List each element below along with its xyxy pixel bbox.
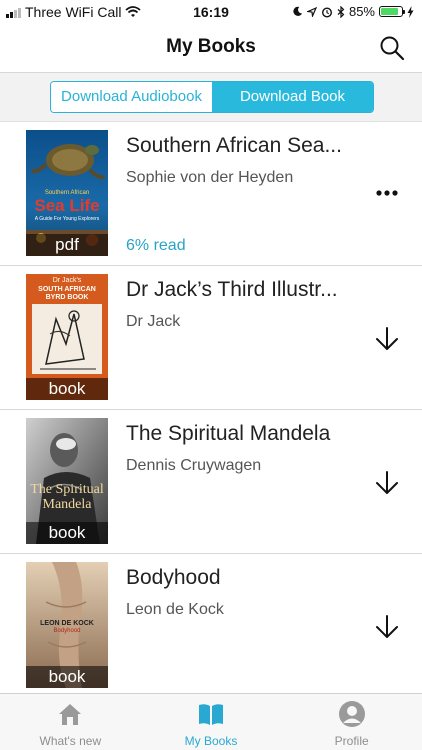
tab-whats-new[interactable]: What's new	[0, 694, 141, 750]
search-button[interactable]	[378, 34, 406, 62]
tab-label: My Books	[184, 734, 238, 748]
book-cover: LEON DE KOCK Bodyhood book	[26, 562, 108, 688]
home-icon	[59, 704, 82, 725]
tab-label: What's new	[39, 734, 102, 748]
book-cover: Dr Jack's SOUTH AFRICAN BYRD BOOK book	[26, 274, 108, 400]
alarm-icon	[321, 6, 332, 18]
cover-main-text: Sea Life	[34, 196, 100, 215]
download-icon	[376, 471, 398, 494]
battery-level	[381, 8, 398, 15]
cover-main-text: SOUTH AFRICAN BYRD BOOK	[38, 286, 96, 301]
cover-top-text: LEON DE KOCK	[40, 620, 94, 627]
format-label: book	[26, 522, 108, 544]
location-icon	[306, 6, 317, 17]
cover-top-text: Dr Jack's	[52, 277, 82, 284]
book-row[interactable]: Dr Jack's SOUTH AFRICAN BYRD BOOK book D…	[0, 266, 422, 410]
download-icon	[376, 615, 398, 638]
book-icon	[199, 704, 223, 725]
book-row[interactable]: Southern African Sea Life A Guide For Yo…	[0, 122, 422, 266]
cover-main-text: The Spiritual Mandela	[30, 482, 104, 512]
download-button[interactable]	[374, 326, 400, 352]
status-bar: Three WiFi Call 16:19 85%	[0, 0, 422, 24]
book-author: Sophie von der Heyden	[126, 169, 294, 186]
more-icon	[376, 190, 398, 196]
book-row[interactable]: The Spiritual Mandela book The Spiritual…	[0, 410, 422, 554]
book-title: Bodyhood	[126, 566, 221, 589]
format-label: book	[26, 666, 108, 688]
bluetooth-icon	[337, 5, 345, 18]
tab-my-books[interactable]: My Books	[141, 694, 282, 750]
moon-icon	[293, 6, 303, 16]
book-title: Southern African Sea...	[126, 134, 342, 157]
book-title: Dr Jack’s Third Illustr...	[126, 278, 338, 301]
cover-sub-text: A Guide For Young Explorers	[34, 216, 100, 222]
book-title: The Spiritual Mandela	[126, 422, 331, 445]
book-cover: The Spiritual Mandela book	[26, 418, 108, 544]
book-row[interactable]: LEON DE KOCK Bodyhood book Bodyhood Leon…	[0, 554, 422, 697]
tab-profile[interactable]: Profile	[281, 694, 422, 750]
format-label: pdf	[26, 234, 108, 256]
profile-icon	[338, 701, 365, 727]
download-audiobook-tab[interactable]: Download Audiobook	[51, 82, 212, 112]
page-title: My Books	[166, 36, 256, 57]
book-author: Leon de Kock	[126, 601, 224, 618]
download-icon	[376, 327, 398, 350]
more-options-button[interactable]	[374, 186, 400, 200]
format-label: book	[26, 378, 108, 400]
battery-icon	[379, 6, 405, 17]
book-author: Dr Jack	[126, 313, 181, 330]
books-list: Southern African Sea Life A Guide For Yo…	[0, 122, 422, 697]
download-button[interactable]	[374, 614, 400, 640]
book-cover: Southern African Sea Life A Guide For Yo…	[26, 130, 108, 256]
status-right: 85%	[292, 4, 414, 19]
read-progress: 6% read	[126, 237, 186, 254]
battery-percent: 85%	[348, 4, 375, 19]
search-icon	[380, 36, 405, 61]
download-type-segmented-control: Download Audiobook Download Book	[50, 81, 374, 113]
download-button[interactable]	[374, 470, 400, 496]
book-author: Dennis Cruywagen	[126, 457, 262, 474]
segment-bar: Download Audiobook Download Book	[0, 73, 422, 122]
navigation-header: My Books	[0, 24, 422, 73]
cover-main-text: Bodyhood	[53, 628, 81, 634]
download-book-tab[interactable]: Download Book	[212, 82, 373, 112]
charging-icon	[407, 5, 414, 18]
tab-bar: What's new My Books Profile	[0, 693, 422, 750]
tab-label: Profile	[334, 734, 369, 748]
